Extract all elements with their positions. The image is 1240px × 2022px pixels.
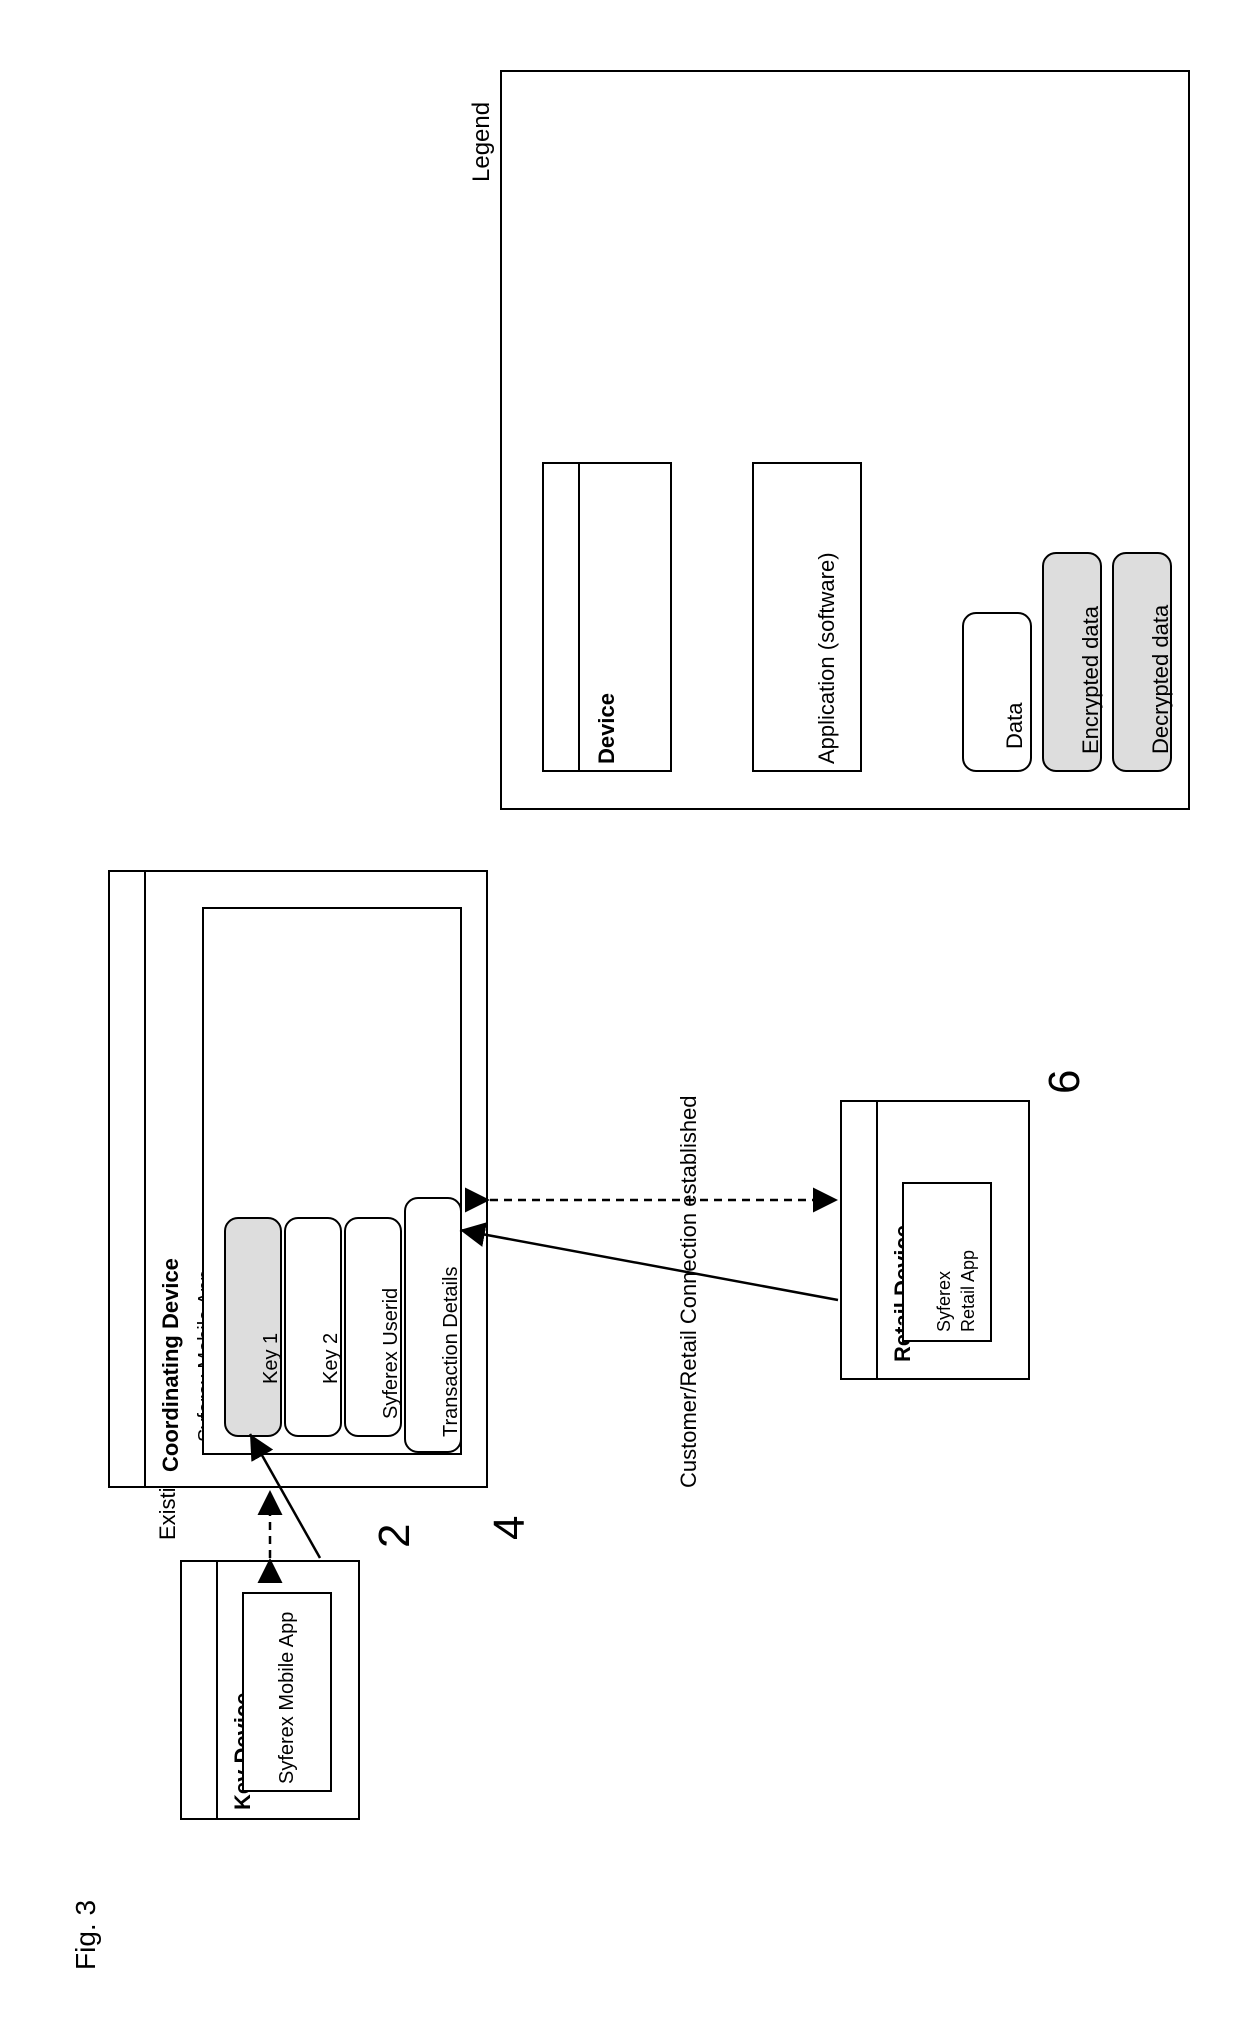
connections — [0, 0, 1240, 2022]
conn-key-to-key1 — [250, 1434, 320, 1558]
conn-retail-to-txn — [460, 1230, 838, 1300]
